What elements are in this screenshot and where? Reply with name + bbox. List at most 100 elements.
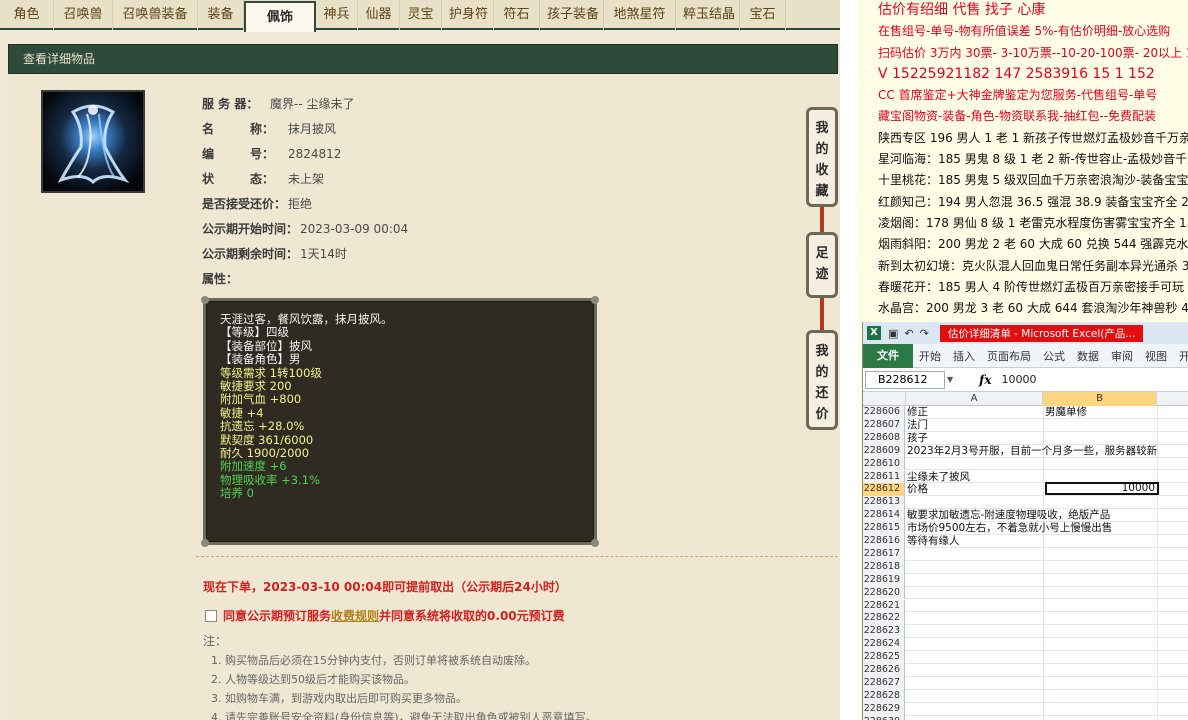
name-box[interactable]: B228612	[865, 370, 945, 389]
note-item: 3. 如购物车满，到游戏内取出后即可购买更多物品。	[211, 692, 467, 705]
redo-icon[interactable]: ↷	[920, 327, 929, 340]
ribbon-tab[interactable]: 页面布局	[981, 348, 1037, 364]
selected-cell-b[interactable]: 10000	[1045, 482, 1159, 496]
table-row: 228614 敏要求加敏遗忘-附速度物理吸收，绝版产品	[863, 509, 1188, 523]
start-value: 2023-03-09 00:04	[300, 222, 409, 236]
cell-a[interactable]: 修正	[907, 406, 928, 419]
advert-line: 扫码估价 3万内 30票- 3-10万票--10-20-100票- 20以上 1…	[878, 45, 1188, 60]
fx-icon[interactable]: fx	[979, 373, 991, 387]
row-number[interactable]: 228616	[863, 535, 905, 548]
excel-doc-title: 估价详细清单 - Microsoft Excel(产品...	[939, 324, 1144, 342]
row-number[interactable]: 228619	[863, 573, 905, 587]
tab-item[interactable]: 神兵	[316, 0, 358, 30]
select-all-corner[interactable]	[863, 392, 906, 406]
cell-b[interactable]: 男魔单修	[1045, 406, 1159, 419]
column-a-header[interactable]: A	[906, 392, 1043, 406]
save-icon[interactable]: ▣	[888, 327, 898, 340]
table-row: 228612 价格 10000	[863, 482, 1188, 497]
ribbon-tab[interactable]: 视图	[1139, 348, 1173, 364]
row-number[interactable]: 228625	[863, 651, 905, 664]
bargain-value: 拒绝	[288, 197, 313, 211]
tab-item[interactable]: 召唤兽	[54, 0, 113, 30]
my-favorites-tab[interactable]: 我的收藏	[806, 107, 838, 207]
cell-a[interactable]: 2023年2月3号开服，目前一个月多一些，服务器较新	[907, 445, 1157, 458]
row-number[interactable]: 228624	[863, 638, 905, 652]
cell-a[interactable]: 敏要求加敏遗忘-附速度物理吸收，绝版产品	[907, 509, 1110, 522]
cell-a[interactable]: 等待有缘人	[907, 535, 960, 548]
detail-header: 查看详细物品	[8, 44, 838, 74]
cell-a[interactable]: 尘缘未了披风	[907, 471, 970, 484]
tab-item[interactable]: 护身符	[442, 0, 494, 30]
item-attribute-box: 天涯过客，餐风饮露，抹月披风。 【等级】四级 【装备部位】披风 【装备角色】男 等级需求…	[201, 296, 599, 547]
formula-value[interactable]: 10000	[1001, 373, 1036, 386]
advert-line: CC 首席鉴定+大神金牌鉴定为您服务-代售组号-单号	[878, 88, 1158, 103]
ribbon-tab[interactable]: 文件	[863, 343, 913, 368]
tab-item[interactable]: 灵宝	[400, 0, 442, 30]
cell-a[interactable]: 价格	[907, 483, 928, 496]
cell-a[interactable]: 市场价9500左右，不着急就小号上慢慢出售	[907, 522, 1112, 535]
column-b-header[interactable]: B	[1043, 392, 1157, 406]
side-tab-char: 我	[815, 121, 829, 136]
tab-item[interactable]: 孩子装备	[540, 0, 604, 30]
row-number[interactable]: 228613	[863, 496, 905, 510]
attribute-line: 耐久 1900/2000	[220, 446, 310, 461]
row-number[interactable]: 228607	[863, 418, 905, 432]
agree-checkbox[interactable]	[205, 609, 217, 622]
row-number[interactable]: 228626	[863, 664, 905, 677]
name-box-value: B228612	[878, 372, 928, 386]
ribbon-tab[interactable]: 开发工	[1173, 348, 1188, 364]
divider	[196, 556, 838, 557]
row-number[interactable]: 228627	[863, 676, 905, 690]
tab-item[interactable]: 角色	[0, 0, 54, 30]
tab-item[interactable]: 符石	[494, 0, 540, 30]
row-number[interactable]: 228612	[863, 483, 905, 497]
tab-item[interactable]: 佩饰	[244, 1, 316, 32]
tab-item[interactable]: 宝石	[740, 0, 786, 30]
ribbon-tab[interactable]: 开始	[913, 348, 947, 364]
row-number[interactable]: 228610	[863, 457, 905, 471]
row-number[interactable]: 228628	[863, 689, 905, 703]
field-server: 服 务 器： 魔界-- 尘缘未了	[202, 95, 354, 112]
row-number[interactable]: 228614	[863, 509, 905, 523]
agree-prefix: 同意公示期预订服务	[223, 609, 332, 623]
chevron-down-icon[interactable]: ▼	[947, 375, 953, 384]
row-number[interactable]: 228621	[863, 599, 905, 613]
attributes-label: 属性：	[202, 272, 239, 286]
row-number[interactable]: 228630	[863, 715, 905, 720]
cell-a[interactable]: 法门	[907, 419, 928, 432]
fee-rules-link[interactable]: 收费规则	[331, 607, 379, 624]
row-number[interactable]: 228609	[863, 444, 905, 458]
row-number[interactable]: 228622	[863, 612, 905, 626]
order-notice: 现在下单，2023-03-10 00:04即可提前取出（公示期后24小时）	[203, 580, 567, 594]
ribbon-tab[interactable]: 插入	[947, 348, 981, 364]
tab-item[interactable]: 仙器	[358, 0, 400, 30]
row-number[interactable]: 228617	[863, 547, 905, 561]
tab-item[interactable]: 召唤兽装备	[113, 0, 198, 30]
advert-line: 十里桃花：185 男鬼 5 级双回血千万亲密浪淘沙-装备宝宝齐 8	[878, 173, 1188, 188]
row-number[interactable]: 228623	[863, 625, 905, 639]
row-number[interactable]: 228618	[863, 560, 905, 574]
tab-item[interactable]: 装备	[198, 0, 244, 30]
tab-item[interactable]: 粹玉结晶	[676, 0, 740, 30]
ribbon-tab[interactable]: 公式	[1037, 348, 1071, 364]
my-bargain-tab[interactable]: 我的还价	[806, 330, 838, 430]
row-number[interactable]: 228615	[863, 522, 905, 535]
tab-item[interactable]: 地煞星符	[604, 0, 676, 30]
footprint-tab[interactable]: 足迹	[806, 232, 838, 298]
row-number[interactable]: 228620	[863, 586, 905, 600]
side-tab-char: 足	[815, 246, 829, 261]
table-row: 228609 2023年2月3号开服，目前一个月多一些，服务器较新	[863, 444, 1188, 458]
row-number[interactable]: 228611	[863, 470, 905, 484]
row-number[interactable]: 228608	[863, 431, 905, 445]
row-number[interactable]: 228629	[863, 702, 905, 716]
ribbon-tab[interactable]: 数据	[1071, 348, 1105, 364]
row-number[interactable]: 228606	[863, 406, 905, 419]
excel-grid[interactable]: A B 228606 修正 男魔单修 228607 法门 228608 孩子 228609 20…	[863, 392, 1188, 720]
undo-icon[interactable]: ↶	[904, 327, 913, 340]
cell-a[interactable]: 孩子	[907, 432, 928, 445]
ribbon-tab[interactable]: 审阅	[1105, 348, 1139, 364]
notes-title: 注：	[203, 634, 228, 648]
table-row: 228624	[863, 638, 1188, 652]
note-item: 2. 人物等级达到50级后才能购买该物品。	[211, 673, 415, 686]
attribute-line: 附加气血 +800	[220, 392, 302, 407]
